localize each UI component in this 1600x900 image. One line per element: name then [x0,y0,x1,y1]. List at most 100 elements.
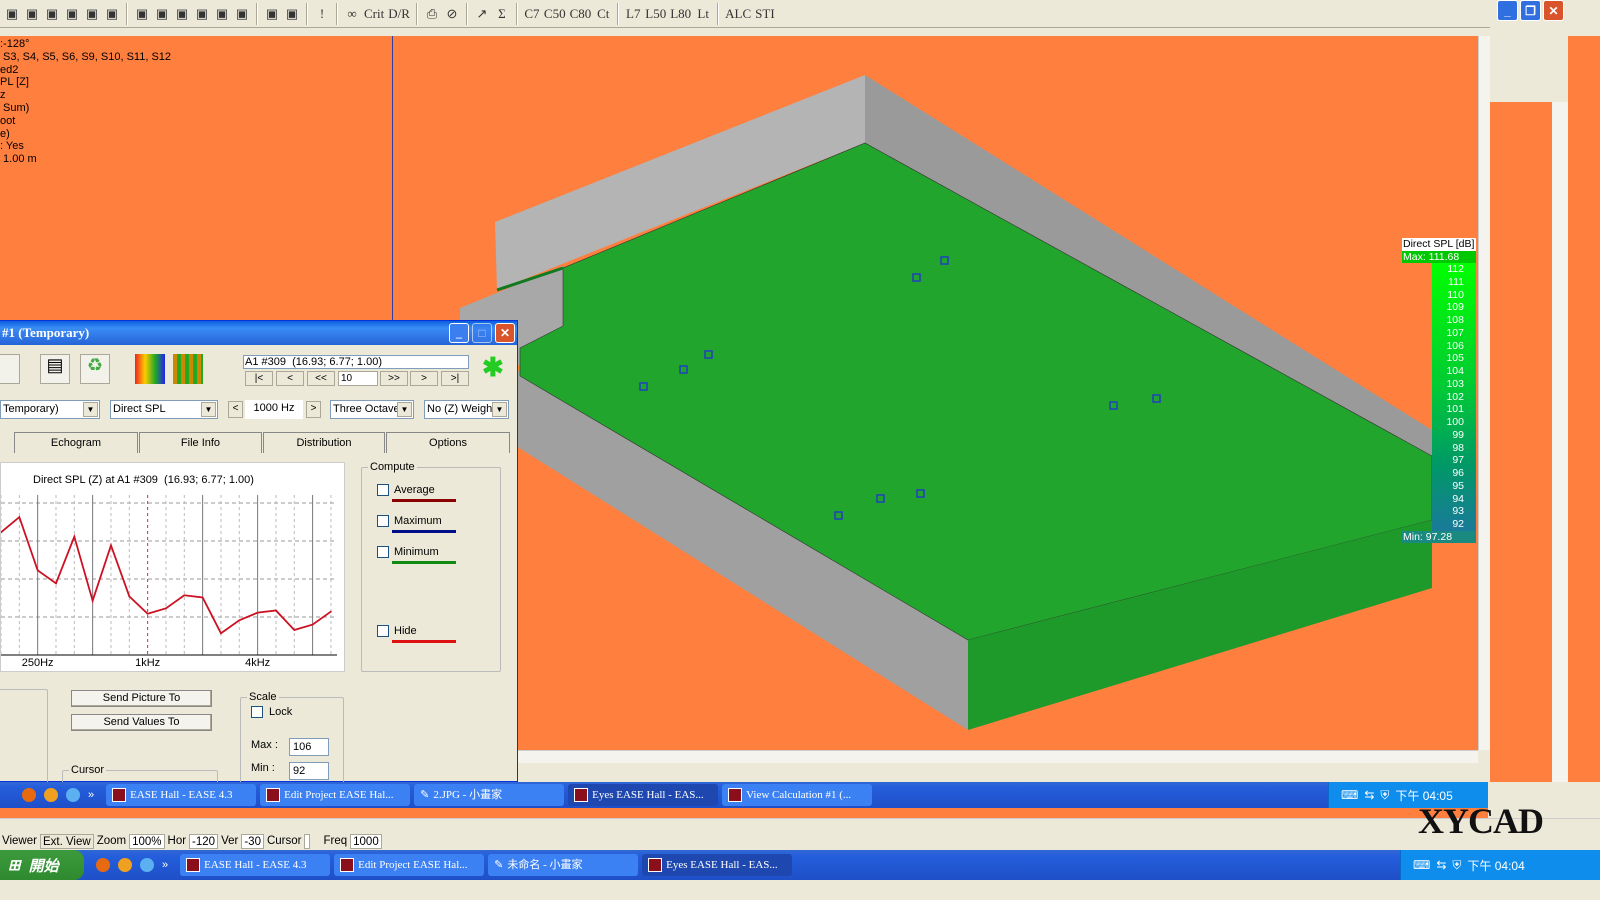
send-values-button[interactable]: Send Values To [71,714,212,731]
freq-up-button[interactable]: > [306,401,321,418]
calculation-select[interactable]: Temporary) ▼ [0,400,100,419]
tab-distribution[interactable]: Distribution [263,432,385,453]
taskbar-item[interactable]: EASE Hall - EASE 4.3 [180,854,331,876]
compute-minimum-checkbox[interactable] [377,546,389,558]
scale-min-input[interactable]: 92 [289,762,329,780]
toolbar-button[interactable]: L50 [643,3,668,25]
toolbar-button[interactable]: ALC [723,3,753,25]
room-icon[interactable]: ▣ [192,3,212,25]
color-map-icon[interactable]: ▣ [102,3,122,25]
horizontal-scrollbar[interactable] [0,818,1600,832]
toolbar-button[interactable]: L7 [623,3,643,25]
dialog-close-button[interactable]: ✕ [495,323,515,343]
frame-icon[interactable]: ▣ [22,3,42,25]
send-picture-button[interactable]: Send Picture To [71,690,212,707]
toolbar-button[interactable]: C7 [522,3,542,25]
system-tray: ⌨ ⇆ ⛨ 下午 04:04 [1400,850,1600,880]
cursor-icon[interactable]: ▣ [132,3,152,25]
compute-average-checkbox[interactable] [377,484,389,496]
lock-checkbox[interactable] [251,706,263,718]
taskbar-item[interactable]: Eyes EASE Hall - EAS... [568,784,719,806]
freq-down-button[interactable]: < [228,401,243,418]
compute-hide-checkbox[interactable] [377,625,389,637]
tab-options[interactable]: Options [386,432,510,453]
hand-icon[interactable]: ▣ [262,3,282,25]
viewport-horizontal-scrollbar[interactable] [518,750,1478,763]
picture-icon[interactable]: ▣ [232,3,252,25]
toolbar-button[interactable]: ∞ [342,3,362,25]
restore-button[interactable]: ❐ [1520,0,1541,21]
shield-icon[interactable]: ⛨ [1380,788,1389,803]
keyboard-icon[interactable]: ⌨ [1413,858,1430,872]
compute-maximum-checkbox[interactable] [377,515,389,527]
toolbar-button[interactable]: Σ [492,3,512,25]
toolbar-button[interactable]: Ct [593,3,613,25]
multi-map-icon[interactable] [173,354,203,384]
toolbar-button[interactable]: STI [753,3,777,25]
color-map-icon[interactable] [135,354,165,384]
media-icon[interactable] [44,788,58,802]
network-icon[interactable]: ⇆ [1364,788,1374,802]
tab-file-info[interactable]: File Info [139,432,262,453]
toolbar-button[interactable]: ⊘ [442,3,462,25]
firefox-icon[interactable] [22,788,36,802]
toolbar-button[interactable]: Lt [693,3,713,25]
close-button[interactable]: ✕ [1543,0,1564,21]
recycle-icon[interactable]: ♻ [80,354,110,384]
walking-man-icon[interactable]: ✱ [482,352,504,383]
copy-icon[interactable]: ▣ [42,3,62,25]
ie-icon[interactable] [140,858,154,872]
toolbar-button[interactable]: ↗ [472,3,492,25]
scale-max-input[interactable]: 106 [289,738,329,756]
wave-icon[interactable]: ▣ [212,3,232,25]
grid-icon[interactable]: ▣ [2,3,22,25]
network-icon[interactable]: ⇆ [1436,858,1446,872]
print-icon[interactable]: ▣ [62,3,82,25]
speaker-icon[interactable]: ▣ [152,3,172,25]
notepad-icon[interactable]: ▤ [40,354,70,384]
ie-icon[interactable] [66,788,80,802]
last-button[interactable]: >| [441,371,469,386]
media-icon[interactable] [118,858,132,872]
quantity-select[interactable]: Direct SPL ▼ [110,400,218,419]
start-button[interactable]: ⊞ 開始 [0,850,84,880]
taskbar-item[interactable]: Edit Project EASE Hal... [334,854,485,876]
next-button[interactable]: > [410,371,438,386]
next-step-button[interactable]: >> [380,371,408,386]
taskbar-item[interactable]: Eyes EASE Hall - EAS... [642,854,793,876]
taskbar-item[interactable]: ✎ 2.JPG - 小畫家 [414,784,565,806]
dialog-minimize-button[interactable]: _ [449,323,469,343]
toolbar-button[interactable]: C50 [542,3,568,25]
tab-echogram[interactable]: Echogram [14,432,138,453]
prev-step-button[interactable]: << [307,371,335,386]
dialog-maximize-button[interactable]: □ [472,323,492,343]
toolbar-button[interactable]: ! [312,3,332,25]
bands-select[interactable]: Three Octave ▼ [330,400,414,419]
window-icon[interactable]: ▣ [82,3,102,25]
taskbar-item[interactable]: View Calculation #1 (... [722,784,873,806]
keyboard-icon[interactable]: ⌨ [1341,788,1358,802]
firefox-icon[interactable] [96,858,110,872]
save-icon[interactable] [0,354,20,384]
minimize-button[interactable]: _ [1497,0,1518,21]
taskbar-item[interactable]: EASE Hall - EASE 4.3 [106,784,257,806]
viewport-vertical-scrollbar[interactable] [1478,36,1490,750]
point-field[interactable]: A1 #309 (16.93; 6.77; 1.00) [243,355,469,369]
toolbar-button[interactable]: D/R [386,3,412,25]
toolbar-button[interactable]: Crit [362,3,386,25]
shield-icon[interactable]: ⛨ [1452,858,1461,873]
step-input[interactable]: 10 [338,371,378,386]
toolbar-button[interactable]: L80 [668,3,693,25]
ear-icon[interactable]: ▣ [282,3,302,25]
prev-button[interactable]: < [276,371,304,386]
background-scrollbar[interactable] [1552,102,1568,782]
dialog-title-bar[interactable]: #1 (Temporary) _ □ ✕ [0,321,517,345]
speaker-off-icon[interactable]: ▣ [172,3,192,25]
taskbar-item[interactable]: ✎ 未命名 - 小畫家 [488,854,639,876]
first-button[interactable]: |< [245,371,273,386]
toolbar-button[interactable]: ⎙ [422,3,442,25]
taskbar-item[interactable]: Edit Project EASE Hal... [260,784,411,806]
weighting-select[interactable]: No (Z) Weigh ▼ [424,400,509,419]
toolbar-button[interactable]: C80 [568,3,594,25]
frequency-field[interactable]: 1000 Hz [245,400,303,419]
